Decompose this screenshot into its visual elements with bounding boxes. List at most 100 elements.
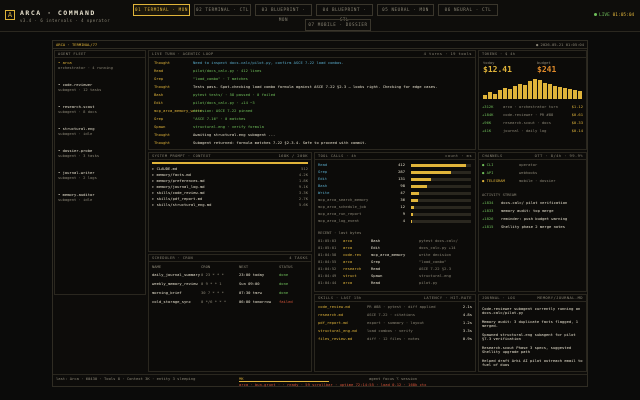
loop-step-text: Tests pass. Spot-checking load combo for… xyxy=(193,84,438,89)
scheduler-task-name[interactable]: cold_storage_sync xyxy=(152,299,191,304)
recent-agent: arca xyxy=(343,280,353,285)
tab-neural-mon[interactable]: 05 NEURAL · MON xyxy=(377,4,434,16)
journal-entry: Code-reviewer subagent currently running… xyxy=(482,306,581,316)
activity-id: +1826 xyxy=(482,216,494,221)
skill-name[interactable]: research.md xyxy=(318,312,343,317)
tool-bar xyxy=(411,199,418,202)
context-file[interactable]: ▸ skills/pdf_report.md xyxy=(152,196,202,201)
loop-step-text: "load_combo" · 7 matches xyxy=(193,76,248,81)
skill-name[interactable]: pdf_report.md xyxy=(318,320,348,325)
scheduler-task-name[interactable]: daily_journal_summary xyxy=(152,272,200,277)
loop-step-kind: Thought xyxy=(154,140,171,145)
skill-detail: PR #88 · pytest · diff applied xyxy=(367,304,436,309)
context-usage-bar xyxy=(152,162,308,164)
context-file[interactable]: ▸ skills/code_review.md xyxy=(152,190,205,195)
token-row-cost: $0.33 xyxy=(571,120,583,125)
live-indicator: LIVE 01:05:04 xyxy=(594,13,638,18)
channel-name[interactable]: ● API xyxy=(482,170,493,175)
recent-tool: Edit xyxy=(371,245,381,250)
terminal-titlebar: ARCA · TERMINAL/77 ● 2026-05-21 01:05:04 xyxy=(53,41,587,49)
skill-name[interactable]: files_review.md xyxy=(318,336,352,341)
recent-agent: struct xyxy=(343,273,357,278)
tool-calls-header: TOOL CALLS · 4h count · ms xyxy=(315,153,475,160)
tool-name: Edit xyxy=(318,176,328,181)
channel-name[interactable]: ● CLI xyxy=(482,162,493,167)
recent-tool: Grep xyxy=(371,259,381,264)
recent-time: 01:04:49 xyxy=(318,273,337,278)
context-file-size: 512 xyxy=(301,166,308,171)
scheduler-col-header: STATUS xyxy=(279,264,293,269)
loop-step-kind: Bash xyxy=(154,92,164,97)
loop-step-kind: Grep xyxy=(154,76,164,81)
context-file[interactable]: ▸ skills/structural_eng.md xyxy=(152,202,211,207)
recent-tool: Spawn xyxy=(371,273,383,278)
scheduler-task-status: done xyxy=(279,272,289,277)
token-row-delta: +41K xyxy=(482,128,492,133)
skill-name[interactable]: code_review.md xyxy=(318,304,350,309)
tool-count: 98 xyxy=(400,183,405,188)
tab-blueprint-mon[interactable]: 03 BLUEPRINT · MON xyxy=(255,4,312,22)
tool-name: mcp_arca_run_report xyxy=(318,211,362,216)
clock: 01:05:04 xyxy=(612,13,635,18)
skill-detail: ASCE 7-22 · citations xyxy=(367,312,416,317)
token-row-label: research-scout · docs xyxy=(503,120,552,125)
tab-mobile-dossier[interactable]: 07 MOBILE · DOSSIER xyxy=(305,19,371,31)
loop-step-text: Subagent returned: formula matches 7-22 … xyxy=(193,140,367,145)
app-title: ARCA · COMMAND xyxy=(20,9,96,17)
channels-title: CHANNELS xyxy=(482,154,503,158)
token-row-label: code-reviewer · PR #88 xyxy=(503,112,554,117)
tab-blueprint-ctl[interactable]: 04 BLUEPRINT · CTL xyxy=(316,4,373,22)
scheduler-task-name[interactable]: weekly_memory_review xyxy=(152,281,198,286)
terminal-status: ● 2026-05-21 01:05:04 xyxy=(535,42,584,47)
tool-count: 412 xyxy=(398,162,405,167)
tokens-cost: $12.41 xyxy=(483,65,512,74)
token-row-cost: $1.12 xyxy=(571,104,583,109)
loop-step-kind: Edit xyxy=(154,100,164,105)
token-bar xyxy=(523,84,527,99)
tab-terminal-mon[interactable]: 01 TERMINAL · MON xyxy=(133,4,190,16)
tool-bar-track xyxy=(411,213,471,216)
activity-text: memory audit: top merge xyxy=(501,208,554,213)
footer-left: last: Arca · 60430 · Tools 8 · Context 3… xyxy=(56,376,196,381)
tool-name: Bash xyxy=(318,183,328,188)
fleet-item-sub: subagent · idle xyxy=(58,131,93,136)
recent-detail: pytest docs-calc/ xyxy=(419,238,458,243)
tab-neural-ctl[interactable]: 06 NEURAL · CTL xyxy=(438,4,498,16)
skill-latency: 1.2s xyxy=(462,320,472,325)
skills-header: SKILLS · LAST 15h LATENCY · HIT-RATE xyxy=(315,295,475,302)
skills-meta: LATENCY · HIT-RATE xyxy=(423,295,472,300)
tool-bar xyxy=(411,185,427,188)
recent-detail: write decision xyxy=(419,252,452,257)
recent-time: 01:05:01 xyxy=(318,245,337,250)
scheduler-task-status: done xyxy=(279,281,289,286)
tokens-budget-label: budget xyxy=(537,60,551,65)
token-row-label: journal · daily log xyxy=(503,128,547,133)
context-file-size: 4.2K xyxy=(298,172,308,177)
system-prompt-title: SYSTEM PROMPT · CONTEXT xyxy=(152,154,211,158)
tool-bar xyxy=(411,171,451,174)
context-file[interactable]: ▸ memory/journal_log.md xyxy=(152,184,205,189)
context-file[interactable]: ▸ memory/preferences.md xyxy=(152,178,205,183)
scheduler-meta: 4 TASKS xyxy=(289,255,308,260)
skill-latency: 3.3s xyxy=(462,328,472,333)
context-file[interactable]: ▸ memory/facts.md xyxy=(152,172,191,177)
tool-count: 287 xyxy=(398,169,405,174)
recent-tool: Read xyxy=(371,280,381,285)
tool-name: mcp_arca_log_event xyxy=(318,218,360,223)
loop-step-text: structural-eng · verify formula xyxy=(193,124,264,129)
token-row-label: arca · orchestrator turn xyxy=(503,104,558,109)
scheduler-task-name[interactable]: morning_brief xyxy=(152,290,182,295)
token-bar xyxy=(488,92,492,99)
tool-bar-track xyxy=(411,199,471,202)
recent-detail: pilot.py xyxy=(419,280,438,285)
tokens-sparkline xyxy=(483,77,583,99)
channels-meta: OTT · 8/4h · 99.9% xyxy=(534,153,583,158)
token-bar xyxy=(573,90,577,99)
token-bar xyxy=(483,94,487,99)
tab-terminal-ctl[interactable]: 02 TERMINAL · CTL xyxy=(194,4,251,16)
channel-name[interactable]: ● TELEGRAM xyxy=(482,178,505,183)
context-file[interactable]: ▸ CLAUDE.md xyxy=(152,166,177,171)
skill-name[interactable]: structural_eng.md xyxy=(318,328,357,333)
live-turn-header: LIVE TURN · AGENTIC LOOP 4 turns · 19 too… xyxy=(149,51,475,58)
token-bar xyxy=(508,89,512,99)
